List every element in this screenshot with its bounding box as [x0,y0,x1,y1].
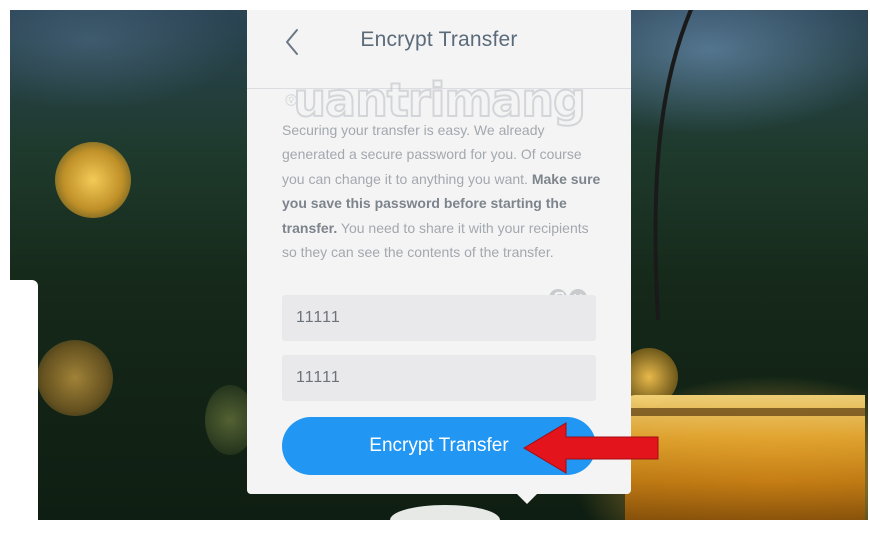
dialog-pointer [515,492,539,504]
red-arrow-annotation [523,422,659,474]
dialog-title: Encrypt Transfer [360,28,518,51]
side-panel [10,280,38,520]
bokeh-light [37,340,113,416]
bokeh-light [55,142,131,218]
lantern-wire [653,10,694,321]
description-text: Securing your transfer is easy. We alrea… [282,118,602,264]
confirm-password-input[interactable] [282,355,596,401]
bottom-highlight [390,505,500,535]
password-input[interactable] [282,295,596,341]
lantern-rim [625,408,865,416]
